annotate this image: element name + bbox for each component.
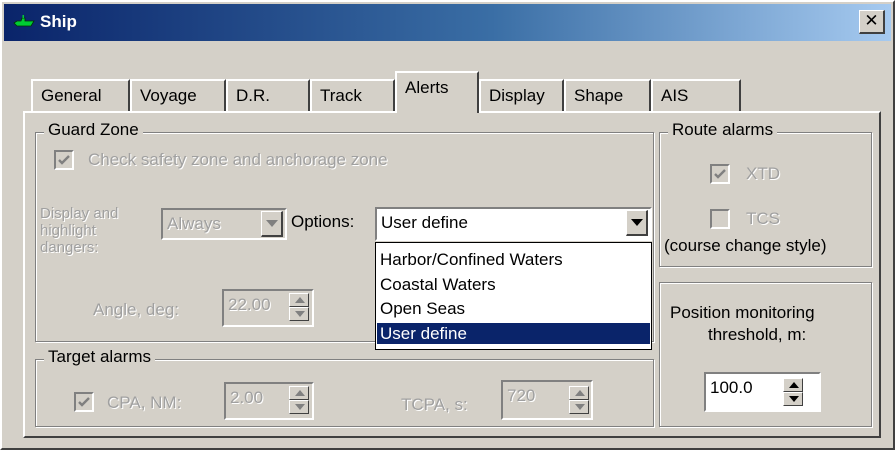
position-spin-up[interactable] <box>783 378 803 392</box>
tab-label: AIS <box>661 86 689 105</box>
tab-label: Alerts <box>405 78 449 97</box>
title-bar[interactable]: Ship ✕ <box>4 4 891 41</box>
tcs-label: TCS <box>746 209 780 228</box>
xtd-checkbox[interactable] <box>710 164 730 184</box>
options-dropdown-list: Harbor/Confined Waters Coastal Waters Op… <box>375 242 652 350</box>
tcpa-spinner[interactable] <box>569 386 589 414</box>
tab-voyage[interactable]: Voyage <box>130 79 226 111</box>
arrow-down-icon <box>295 404 305 410</box>
ship-icon <box>12 11 36 33</box>
option-open-seas[interactable]: Open Seas <box>377 298 650 319</box>
tab-dr[interactable]: D.R. <box>226 79 310 111</box>
guard-zone-label: Guard Zone <box>44 120 143 140</box>
tab-label: Display <box>489 86 545 105</box>
tab-general[interactable]: General <box>31 79 130 111</box>
display-highlight-label-1: Display and <box>40 205 119 222</box>
position-threshold-spinner[interactable] <box>783 378 803 406</box>
option-coastal-waters[interactable]: Coastal Waters <box>377 274 650 295</box>
angle-spin-up[interactable] <box>289 293 309 307</box>
tab-display[interactable]: Display <box>479 79 564 111</box>
arrow-up-icon <box>295 297 305 303</box>
position-threshold-value: 100.0 <box>710 378 753 397</box>
options-select[interactable]: User define <box>375 207 652 241</box>
chevron-down-icon <box>631 219 643 226</box>
tab-shape[interactable]: Shape <box>564 79 651 111</box>
safety-zone-checkbox[interactable] <box>54 150 74 170</box>
options-dropdown-button[interactable] <box>626 210 648 236</box>
safety-zone-check-label: Check safety zone and anchorage zone <box>88 150 388 169</box>
window-title: Ship <box>40 12 77 31</box>
option-harbor-confined-waters[interactable]: Harbor/Confined Waters <box>377 249 650 270</box>
tab-label: D.R. <box>236 86 270 105</box>
options-value: User define <box>381 213 468 232</box>
cpa-label: CPA, NM: <box>107 393 182 412</box>
angle-spinner[interactable] <box>289 293 309 321</box>
tab-alerts[interactable]: Alerts <box>395 71 479 113</box>
chevron-down-icon <box>266 220 278 227</box>
position-monitoring-label-1: Position monitoring <box>670 303 815 322</box>
close-icon: ✕ <box>864 11 879 30</box>
cpa-spinner[interactable] <box>289 386 309 414</box>
close-button[interactable]: ✕ <box>859 10 885 34</box>
checkmark-icon <box>78 397 90 407</box>
display-highlight-label-3: dangers: <box>40 239 99 256</box>
arrow-down-icon <box>295 311 305 317</box>
display-highlight-dropdown-button[interactable] <box>261 211 283 237</box>
checkmark-icon <box>714 169 726 179</box>
options-label: Options: <box>291 212 355 231</box>
arrow-up-icon <box>295 390 305 396</box>
tab-label: Voyage <box>140 86 197 105</box>
angle-label: Angle, deg: <box>93 300 180 319</box>
tcpa-spin-up[interactable] <box>569 386 589 400</box>
tab-label: General <box>41 86 102 105</box>
display-highlight-value: Always <box>167 214 221 233</box>
route-alarms-label: Route alarms <box>668 120 778 140</box>
cpa-value: 2.00 <box>230 388 264 407</box>
tcpa-spin-down[interactable] <box>569 400 589 414</box>
ship-dialog: Ship ✕ General Voyage D.R. Track Alerts … <box>0 0 895 450</box>
arrow-up-icon <box>789 382 799 388</box>
checkmark-icon <box>58 155 70 165</box>
tcpa-label: TCPA, s: <box>401 395 468 414</box>
angle-spin-down[interactable] <box>289 307 309 321</box>
position-threshold-input[interactable]: 100.0 <box>704 372 821 412</box>
xtd-label: XTD <box>746 164 780 183</box>
position-monitoring-label-2: threshold, m: <box>708 325 807 344</box>
tcs-sublabel: (course change style) <box>664 236 827 255</box>
cpa-spin-down[interactable] <box>289 400 309 414</box>
cpa-spin-up[interactable] <box>289 386 309 400</box>
tcpa-value: 720 <box>507 386 536 405</box>
arrow-down-icon <box>575 404 585 410</box>
tab-label: Track <box>320 86 362 105</box>
tab-ais[interactable]: AIS <box>651 79 741 111</box>
tab-label: Shape <box>574 86 624 105</box>
target-alarms-label: Target alarms <box>44 347 155 367</box>
option-user-define[interactable]: User define <box>377 323 650 344</box>
angle-value: 22.00 <box>228 295 271 314</box>
arrow-down-icon <box>789 396 799 402</box>
tab-track[interactable]: Track <box>310 79 395 111</box>
arrow-up-icon <box>575 390 585 396</box>
position-spin-down[interactable] <box>783 392 803 406</box>
tcs-checkbox[interactable] <box>710 209 730 229</box>
cpa-checkbox[interactable] <box>74 392 94 412</box>
display-highlight-label-2: highlight <box>40 222 96 239</box>
